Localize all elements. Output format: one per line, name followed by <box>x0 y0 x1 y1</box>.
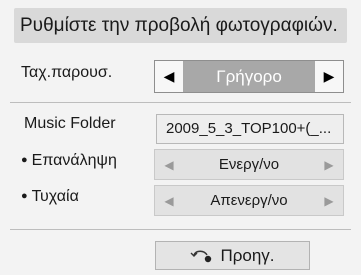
return-arrow-icon <box>190 250 212 262</box>
slide-speed-value: Γρήγορο <box>183 61 315 92</box>
music-folder-label: Music Folder <box>24 115 116 132</box>
back-button[interactable]: Προηγ. <box>155 241 310 270</box>
repeat-right-arrow-icon[interactable]: ▶ <box>315 150 343 179</box>
divider <box>10 229 351 230</box>
repeat-label: Επανάληψη <box>21 152 117 170</box>
repeat-selector[interactable]: ◀ Ενεργ/νο ▶ <box>154 149 344 180</box>
slide-speed-left-arrow-icon[interactable]: ◀ <box>155 61 183 92</box>
photo-settings-dialog: Ρυθμίστε την προβολή φωτογραφιών. Ταχ.πα… <box>0 0 361 275</box>
shuffle-label: Τυχαία <box>21 188 79 206</box>
slide-speed-right-arrow-icon[interactable]: ▶ <box>315 61 343 92</box>
slide-speed-selector[interactable]: ◀ Γρήγορο ▶ <box>154 60 344 93</box>
shuffle-value: Απενεργ/νο <box>210 192 288 209</box>
repeat-value: Ενεργ/νο <box>218 156 280 173</box>
shuffle-left-arrow-icon[interactable]: ◀ <box>155 186 183 215</box>
divider <box>10 102 351 103</box>
shuffle-selector[interactable]: ◀ Απενεργ/νο ▶ <box>154 185 344 216</box>
shuffle-right-arrow-icon[interactable]: ▶ <box>315 186 343 215</box>
slide-speed-label: Ταχ.παρουσ. <box>21 64 113 81</box>
music-folder-field[interactable]: 2009_5_3_TOP100+(_... <box>156 114 344 144</box>
repeat-left-arrow-icon[interactable]: ◀ <box>155 150 183 179</box>
back-button-label: Προηγ. <box>220 245 275 265</box>
dialog-title: Ρυθμίστε την προβολή φωτογραφιών. <box>14 8 347 43</box>
